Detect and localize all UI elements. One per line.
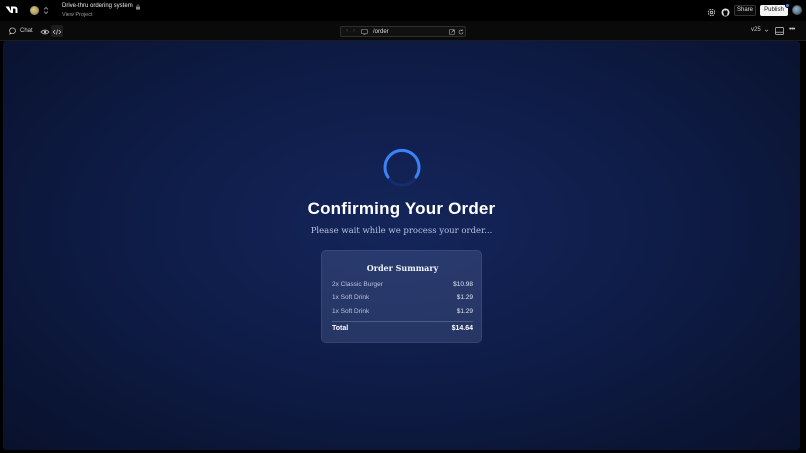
order-summary-title: Order Summary: [366, 263, 439, 273]
preview-toggle-button[interactable]: [39, 25, 51, 37]
monitor-icon[interactable]: [361, 29, 368, 35]
project-title[interactable]: Drive-thru ordering system: [62, 3, 133, 9]
order-summary-card: Order Summary 2x Classic Burger $10.98 1…: [321, 250, 482, 343]
notification-badge: [785, 3, 790, 8]
chat-bubble-icon: [9, 27, 16, 35]
app-preview: Confirming Your Order Please wait while …: [3, 41, 800, 450]
page-subtitle: Please wait while we process your order.…: [310, 226, 493, 236]
chat-label: Chat: [20, 28, 33, 34]
view-project-link[interactable]: View Project: [62, 12, 92, 18]
more-options-icon[interactable]: •••: [789, 26, 795, 33]
gear-icon: [707, 8, 716, 17]
version-label: v25: [751, 27, 761, 33]
chat-button[interactable]: Chat: [9, 26, 33, 36]
v0-logo-icon[interactable]: [5, 5, 18, 15]
top-bar: Drive-thru ordering system View Project …: [0, 0, 806, 21]
refresh-icon[interactable]: [458, 29, 464, 35]
github-icon: [721, 8, 730, 17]
forward-arrow-icon[interactable]: ›: [353, 28, 355, 34]
url-bar[interactable]: ‹ › /order: [340, 26, 466, 37]
user-avatar[interactable]: [792, 5, 802, 15]
url-path[interactable]: /order: [373, 29, 389, 35]
project-avatar[interactable]: [30, 6, 39, 15]
total-value: $14.64: [451, 325, 473, 332]
loading-spinner-icon: [383, 148, 421, 187]
chevron-down-icon: [764, 29, 768, 32]
chevron-up-down-icon[interactable]: [43, 6, 49, 15]
item-label: 2x Classic Burger: [332, 281, 383, 288]
layout-panel-icon[interactable]: [775, 27, 784, 35]
item-label: 1x Soft Drink: [332, 308, 370, 315]
divider: [332, 321, 473, 322]
list-item: 1x Soft Drink $1.29: [332, 294, 473, 304]
item-label: 1x Soft Drink: [332, 294, 370, 301]
eye-icon: [40, 29, 50, 35]
open-external-icon[interactable]: [449, 29, 455, 35]
total-label: Total: [332, 325, 349, 332]
preview-toolbar: Chat ‹ › /order v25 •••: [0, 21, 806, 41]
code-icon: [52, 29, 62, 35]
page-title: Confirming Your Order: [307, 199, 496, 218]
item-price: $1.29: [456, 308, 473, 315]
publish-button[interactable]: Publish: [760, 5, 788, 16]
github-button[interactable]: [720, 5, 731, 17]
version-selector[interactable]: v25: [751, 27, 769, 33]
code-toggle-button[interactable]: [51, 25, 63, 37]
back-arrow-icon[interactable]: ‹: [346, 28, 348, 34]
settings-button[interactable]: [706, 5, 717, 17]
list-item: 2x Classic Burger $10.98: [332, 281, 473, 291]
total-row: Total $14.64: [332, 325, 473, 332]
item-price: $10.98: [453, 281, 473, 288]
lock-icon: [136, 4, 140, 10]
share-button[interactable]: Share: [734, 5, 756, 16]
list-item: 1x Soft Drink $1.29: [332, 308, 473, 318]
item-price: $1.29: [456, 294, 473, 301]
